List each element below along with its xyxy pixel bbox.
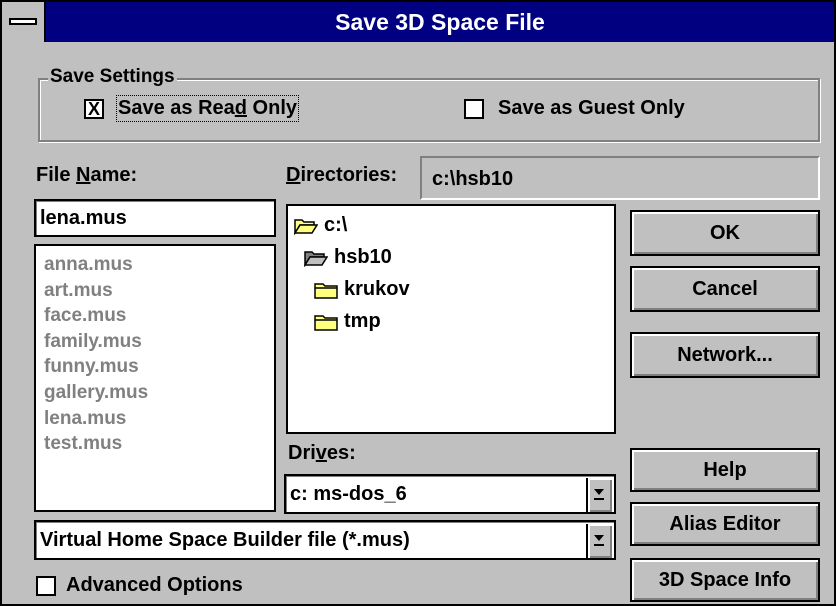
chevron-down-icon <box>594 489 604 500</box>
file-type-value: Virtual Home Space Builder file (*.mus) <box>40 529 410 551</box>
list-item[interactable]: gallery.mus <box>36 380 274 406</box>
list-item[interactable]: test.mus <box>36 431 274 457</box>
directories-label: Directories: <box>286 164 398 186</box>
space-info-button[interactable]: 3D Space Info <box>630 558 820 602</box>
folder-closed-icon <box>314 314 338 331</box>
network-button[interactable]: Network... <box>630 332 820 378</box>
drives-value: c: ms-dos_6 <box>290 483 407 505</box>
file-name-label: File Name: <box>36 164 138 186</box>
drives-select[interactable]: c: ms-dos_6 <box>284 474 616 514</box>
help-button[interactable]: Help <box>630 448 820 492</box>
window-title: Save 3D Space File <box>335 9 545 35</box>
directory-path-box: c:\hsb10 <box>420 156 820 200</box>
drives-label: Drives: <box>288 442 356 464</box>
advanced-options-checkbox[interactable] <box>36 576 56 596</box>
folder-open-icon <box>294 218 318 235</box>
advanced-options-label[interactable]: Advanced Options <box>66 574 243 597</box>
list-item[interactable]: art.mus <box>36 278 274 304</box>
system-menu-button[interactable] <box>2 2 46 42</box>
file-list[interactable]: anna.mus art.mus face.mus family.mus funny.m… <box>34 244 276 512</box>
save-settings-label: Save Settings <box>48 66 177 88</box>
directory-tree[interactable]: c:\ hsb10 krukov tmp <box>286 204 616 434</box>
folder-closed-icon <box>314 282 338 299</box>
drives-dropdown-button[interactable] <box>586 478 612 512</box>
list-item[interactable]: anna.mus <box>36 252 274 278</box>
directory-item[interactable]: krukov <box>314 278 410 301</box>
alias-editor-button[interactable]: Alias Editor <box>630 502 820 546</box>
file-type-dropdown-button[interactable] <box>586 524 612 558</box>
directory-item[interactable]: tmp <box>314 310 381 333</box>
read-only-label[interactable]: Save as Read Only <box>116 95 299 122</box>
file-name-input[interactable]: lena.mus <box>34 199 276 237</box>
list-item[interactable]: face.mus <box>36 303 274 329</box>
chevron-down-icon <box>594 535 604 546</box>
directory-item[interactable]: hsb10 <box>304 246 392 269</box>
checkmark-icon: X <box>87 99 100 119</box>
ok-button[interactable]: OK <box>630 210 820 256</box>
dialog-window: Save 3D Space File Save Settings X Save … <box>0 0 836 606</box>
list-item[interactable]: lena.mus <box>36 406 274 432</box>
cancel-button[interactable]: Cancel <box>630 266 820 312</box>
guest-only-checkbox[interactable] <box>464 99 484 119</box>
directory-item[interactable]: c:\ <box>294 214 347 237</box>
guest-only-label[interactable]: Save as Guest Only <box>498 97 685 120</box>
directory-path: c:\hsb10 <box>432 168 514 190</box>
folder-open-icon <box>304 250 328 267</box>
file-type-select[interactable]: Virtual Home Space Builder file (*.mus) <box>34 520 616 560</box>
read-only-checkbox[interactable]: X <box>84 99 104 119</box>
system-menu-icon <box>9 18 37 25</box>
list-item[interactable]: funny.mus <box>36 354 274 380</box>
title-bar[interactable]: Save 3D Space File <box>2 2 834 42</box>
list-item[interactable]: family.mus <box>36 329 274 355</box>
